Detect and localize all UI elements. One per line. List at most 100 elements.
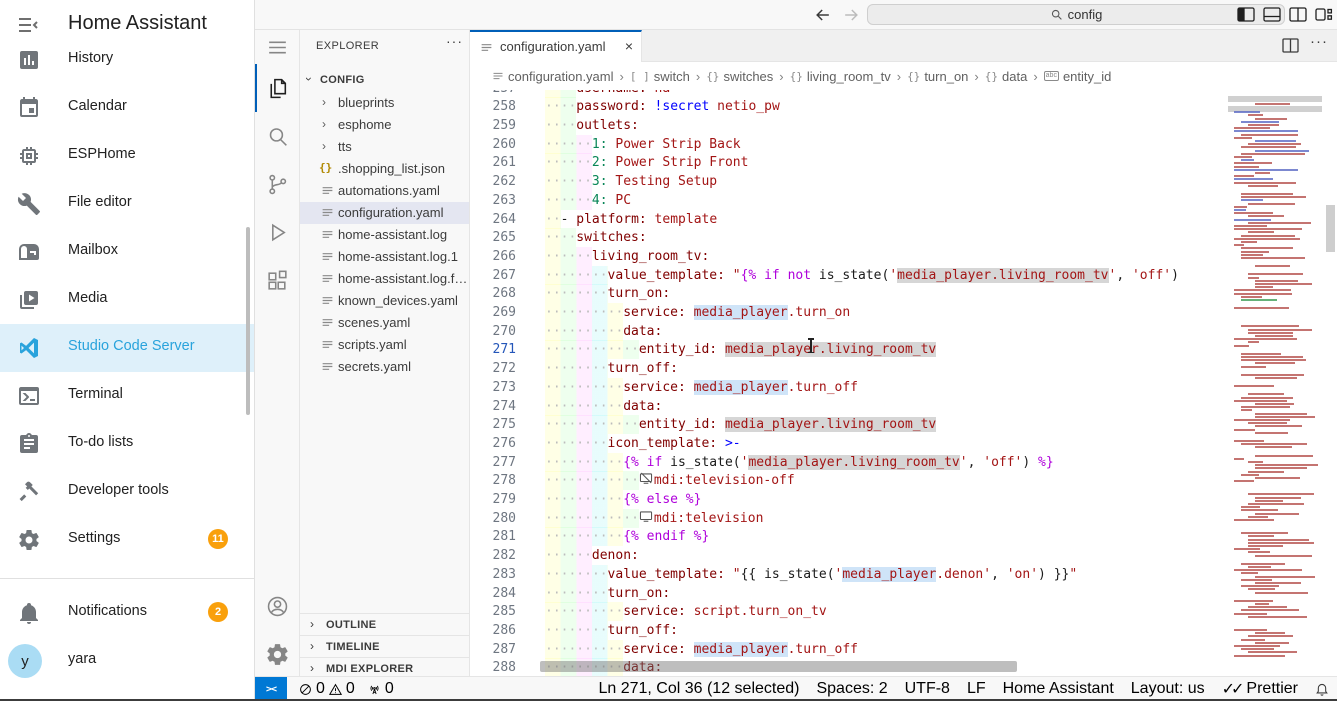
code-line-264[interactable]: 264··- platform: template	[470, 210, 1337, 229]
tree-item-scripts-yaml[interactable]: scripts.yaml	[300, 334, 469, 356]
toggle-panel-icon[interactable]	[1263, 7, 1281, 22]
tree-item-esphome[interactable]: ›esphome	[300, 114, 469, 136]
status-item-layout-us[interactable]: Layout: us	[1131, 680, 1205, 698]
code-line-281[interactable]: 281··········{% endif %}	[470, 527, 1337, 546]
code-line-273[interactable]: 273··········service: media_player.turn_…	[470, 378, 1337, 397]
close-icon[interactable]: ×	[625, 38, 633, 54]
section-timeline[interactable]: ›TIMELINE	[300, 635, 469, 658]
tree-item-home-assistant-log-f[interactable]: home-assistant.log.f…	[300, 268, 469, 290]
code-line-280[interactable]: 280············mdi:television	[470, 509, 1337, 528]
sidebar-item-terminal[interactable]: Terminal	[0, 372, 254, 420]
sidebar-item-settings[interactable]: Settings11	[0, 516, 254, 564]
split-editor-icon[interactable]	[1282, 38, 1299, 53]
code-line-258[interactable]: 258····password: !secret netio_pw	[470, 97, 1337, 116]
code-line-267[interactable]: 267········value_template: "{% if not is…	[470, 266, 1337, 285]
status-item-prettier[interactable]: ✓✓Prettier	[1222, 679, 1298, 699]
problems-indicator[interactable]: 0 0	[295, 680, 359, 698]
sidebar-item-file-editor[interactable]: File editor	[0, 180, 254, 228]
remote-indicator[interactable]: ><	[255, 677, 287, 701]
breadcrumb-item-switch[interactable]: [ ]switch	[630, 69, 690, 84]
minimap[interactable]	[1228, 90, 1322, 676]
code-line-260[interactable]: 260······1: Power Strip Back	[470, 135, 1337, 154]
sidebar-scrollbar[interactable]	[246, 227, 250, 415]
tree-item-blueprints[interactable]: ›blueprints	[300, 92, 469, 114]
tree-item-home-assistant-log-1[interactable]: home-assistant.log.1	[300, 246, 469, 268]
tree-item-home-assistant-log[interactable]: home-assistant.log	[300, 224, 469, 246]
menu-icon[interactable]	[265, 35, 290, 60]
explorer-root-folder[interactable]: › CONFIG	[300, 70, 469, 92]
sidebar-item-history[interactable]: History	[0, 36, 254, 84]
code-line-275[interactable]: 275············entity_id: media_player.l…	[470, 415, 1337, 434]
sidebar-item-yara[interactable]: yyara	[0, 637, 254, 685]
sidebar-item-esphome[interactable]: ESPHome	[0, 132, 254, 180]
status-item-utf-8[interactable]: UTF-8	[905, 680, 950, 698]
breadcrumb-item-switches[interactable]: {}switches	[706, 69, 773, 84]
status-item-spaces-2[interactable]: Spaces: 2	[816, 680, 887, 698]
tree-item-known-devices-yaml[interactable]: known_devices.yaml	[300, 290, 469, 312]
code-line-259[interactable]: 259····outlets:	[470, 116, 1337, 135]
code-line-286[interactable]: 286········turn_off:	[470, 621, 1337, 640]
sidebar-item-calendar[interactable]: Calendar	[0, 84, 254, 132]
code-line-272[interactable]: 272········turn_off:	[470, 359, 1337, 378]
breadcrumb-item-configuration-yaml[interactable]: configuration.yaml	[492, 69, 614, 84]
forward-arrow-icon[interactable]	[841, 5, 861, 25]
code-line-266[interactable]: 266······living_room_tv:	[470, 247, 1337, 266]
code-line-263[interactable]: 263······4: PC	[470, 191, 1337, 210]
tree-item-configuration-yaml[interactable]: configuration.yaml	[300, 202, 469, 224]
code-line-271[interactable]: 271············entity_id: media_player.l…	[470, 340, 1337, 359]
code-line-265[interactable]: 265····switches:	[470, 228, 1337, 247]
back-arrow-icon[interactable]	[813, 5, 833, 25]
breadcrumb-item-living-room-tv[interactable]: {}living_room_tv	[790, 69, 891, 84]
tree-item-tts[interactable]: ›tts	[300, 136, 469, 158]
sidebar-item-studio-code-server[interactable]: Studio Code Server	[0, 324, 254, 372]
toggle-secondary-sidebar-icon[interactable]	[1289, 7, 1307, 22]
breadcrumb-item-turn-on[interactable]: {}turn_on	[907, 69, 968, 84]
code-line-277[interactable]: 277··········{% if is_state('media_playe…	[470, 453, 1337, 472]
code-line-270[interactable]: 270··········data:	[470, 322, 1337, 341]
sidebar-item-notifications[interactable]: Notifications2	[0, 589, 254, 637]
code-line-278[interactable]: 278············mdi:television-off	[470, 471, 1337, 490]
code-line-283[interactable]: 283········value_template: "{{ is_state(…	[470, 565, 1337, 584]
customize-layout-icon[interactable]	[1315, 7, 1333, 22]
tree-item-automations-yaml[interactable]: automations.yaml	[300, 180, 469, 202]
editor-more-actions-icon[interactable]: ···	[1310, 33, 1328, 50]
tree-item-scenes-yaml[interactable]: scenes.yaml	[300, 312, 469, 334]
code-line-262[interactable]: 262······3: Testing Setup	[470, 172, 1337, 191]
vertical-scrollbar[interactable]	[1326, 205, 1335, 252]
bell-icon[interactable]	[1315, 682, 1329, 696]
account-icon[interactable]	[265, 594, 290, 619]
sidebar-item-developer-tools[interactable]: Developer tools	[0, 468, 254, 516]
explorer-icon[interactable]	[265, 76, 290, 101]
ports-indicator[interactable]: 0	[364, 680, 398, 698]
code-line-282[interactable]: 282······denon:	[470, 546, 1337, 565]
code-line-287[interactable]: 287··········service: media_player.turn_…	[470, 640, 1337, 659]
horizontal-scrollbar[interactable]	[540, 661, 1017, 672]
source-control-icon[interactable]	[265, 172, 290, 197]
command-center-search[interactable]: config	[867, 4, 1285, 25]
section-outline[interactable]: ›OUTLINE	[300, 613, 469, 636]
toggle-primary-sidebar-icon[interactable]	[1237, 7, 1255, 22]
status-item-ln-271-col-36-12-selecte[interactable]: Ln 271, Col 36 (12 selected)	[598, 680, 799, 698]
extensions-icon[interactable]	[265, 268, 290, 293]
code-line-269[interactable]: 269··········service: media_player.turn_…	[470, 303, 1337, 322]
sidebar-item-media[interactable]: Media	[0, 276, 254, 324]
search-icon[interactable]	[265, 124, 290, 149]
breadcrumb-item-data[interactable]: {}data	[985, 69, 1028, 84]
tree-item-shopping-list-json[interactable]: {}.shopping_list.json	[300, 158, 469, 180]
code-line-276[interactable]: 276········icon_template: >-	[470, 434, 1337, 453]
code-line-285[interactable]: 285··········service: script.turn_on_tv	[470, 602, 1337, 621]
settings-gear-icon[interactable]	[265, 642, 290, 667]
run-debug-icon[interactable]	[265, 220, 290, 245]
code-line-279[interactable]: 279··········{% else %}	[470, 490, 1337, 509]
code-line-268[interactable]: 268········turn_on:	[470, 284, 1337, 303]
status-item-lf[interactable]: LF	[967, 680, 986, 698]
code-line-284[interactable]: 284········turn_on:	[470, 584, 1337, 603]
code-line-274[interactable]: 274··········data:	[470, 397, 1337, 416]
sidebar-toggle-icon[interactable]	[16, 13, 40, 37]
status-item-home-assistant[interactable]: Home Assistant	[1003, 680, 1114, 698]
breadcrumb-item-entity-id[interactable]: abcentity_id	[1044, 69, 1112, 84]
code-line-261[interactable]: 261······2: Power Strip Front	[470, 153, 1337, 172]
sidebar-item-to-do-lists[interactable]: To-do lists	[0, 420, 254, 468]
tab-configuration-yaml[interactable]: configuration.yaml ×	[470, 30, 642, 62]
sidebar-item-mailbox[interactable]: Mailbox	[0, 228, 254, 276]
